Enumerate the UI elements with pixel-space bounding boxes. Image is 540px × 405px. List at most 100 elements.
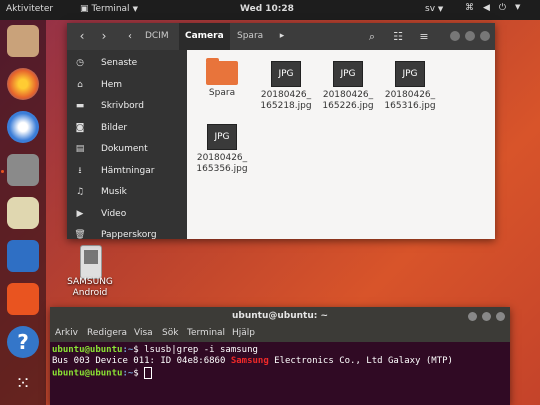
breadcrumb-camera[interactable]: Camera	[179, 23, 230, 50]
folder-icon	[206, 58, 238, 85]
software-center-icon[interactable]	[7, 283, 39, 315]
jpg-icon: JPG	[395, 61, 425, 87]
sidebar-item-bilder[interactable]: ◙ Bilder	[67, 118, 187, 139]
app-menu[interactable]: ▣ Terminal ▼	[80, 4, 138, 14]
terminal-icon: ▣	[80, 4, 89, 14]
terminal-window[interactable]: ubuntu@ubuntu: ~ Arkiv Redigera Visa Sök…	[50, 307, 510, 405]
search-icon[interactable]: ⌕	[363, 23, 381, 50]
file-item[interactable]: JPG 20180426_ 165356.jpg	[191, 124, 253, 175]
terminal-output[interactable]: ubuntu@ubuntu:~$ lsusb|grep -i samsung Bu…	[52, 345, 453, 380]
files-icon[interactable]	[7, 154, 39, 186]
folder-icon: ▬	[75, 101, 85, 111]
help-icon[interactable]: ?	[7, 326, 39, 358]
back-button[interactable]: ‹	[71, 23, 93, 50]
prompt-user: ubuntu@ubuntu	[52, 345, 123, 355]
trash-icon: 🗑	[74, 230, 86, 239]
power-icon: ⏻	[498, 3, 507, 13]
minimize-button[interactable]	[450, 31, 460, 41]
top-panel: Aktiviteter ▣ Terminal ▼ Wed 10:28 sv ▼ …	[0, 0, 540, 20]
thunderbird-icon[interactable]	[7, 111, 39, 143]
firefox-icon[interactable]	[7, 68, 39, 100]
menu-hjalp[interactable]: Hjälp	[232, 328, 255, 338]
menu-arkiv[interactable]: Arkiv	[55, 328, 78, 338]
dock: ? ⁙	[0, 20, 46, 405]
maximize-button[interactable]	[465, 31, 475, 41]
maximize-button[interactable]	[482, 312, 491, 321]
sidebar-item-label: Dokument	[101, 144, 148, 154]
chevron-down-icon: ▼	[437, 5, 444, 13]
activities-button[interactable]: Aktiviteter	[6, 4, 53, 14]
chevron-down-icon: ▼	[132, 5, 138, 13]
close-button[interactable]	[496, 312, 505, 321]
terminal-line: ubuntu@ubuntu:~$ lsusb|grep -i samsung	[52, 345, 453, 356]
sidebar-item-dokument[interactable]: ▤ Dokument	[67, 139, 187, 160]
language-indicator[interactable]: sv ▼	[425, 4, 443, 14]
file-item[interactable]: JPG 20180426_ 165218.jpg	[255, 61, 317, 112]
grep-match: Samsung	[230, 356, 269, 366]
chevron-down-icon: ▼	[515, 3, 521, 11]
command-text: $ lsusb|grep -i samsung	[133, 345, 258, 355]
places-sidebar: ◷ Senaste ⌂ Hem ▬ Skrivbord ◙ Bilder ▤ D…	[67, 50, 187, 239]
document-icon: ▤	[75, 144, 85, 154]
files-app-icon[interactable]	[7, 25, 39, 57]
home-icon: ⌂	[77, 80, 83, 90]
rhythmbox-icon[interactable]	[7, 197, 39, 229]
menu-redigera[interactable]: Redigera	[87, 328, 127, 338]
file-item[interactable]: JPG 20180426_ 165226.jpg	[317, 61, 379, 112]
terminal-title[interactable]: ubuntu@ubuntu: ~	[50, 307, 510, 326]
view-toggle-icon[interactable]: ☷	[389, 23, 407, 50]
scroll-right-icon[interactable]: ▸	[271, 23, 293, 50]
breadcrumb-spara[interactable]: Spara	[231, 23, 269, 50]
sidebar-item-papperskorg[interactable]: 🗑 Papperskorg	[67, 225, 187, 239]
menu-visa[interactable]: Visa	[134, 328, 153, 338]
device-screen	[84, 250, 98, 264]
menu-terminal[interactable]: Terminal	[187, 328, 225, 338]
folder-item-spara[interactable]: Spara	[191, 58, 253, 99]
file-name: Spara	[208, 88, 236, 98]
file-name: 20180426_ 165316.jpg	[384, 90, 436, 111]
sidebar-item-label: Musik	[101, 187, 127, 197]
prompt-path: :~	[122, 368, 134, 379]
menu-sok[interactable]: Sök	[162, 328, 178, 338]
clock-icon: ◷	[76, 58, 84, 68]
show-apps-icon[interactable]: ⁙	[7, 369, 39, 401]
sidebar-item-label: Skrivbord	[101, 101, 144, 111]
android-device-icon[interactable]	[80, 245, 102, 279]
device-label[interactable]: SAMSUNG Android	[55, 277, 125, 299]
download-icon: ⭳	[78, 166, 82, 176]
sidebar-item-senaste[interactable]: ◷ Senaste	[67, 53, 187, 74]
output-text: Electronics Co., Ltd Galaxy (MTP)	[268, 356, 453, 366]
sidebar-item-label: Senaste	[101, 58, 138, 68]
file-item[interactable]: JPG 20180426_ 165316.jpg	[379, 61, 441, 112]
forward-button[interactable]: ›	[93, 23, 115, 50]
device-label-line1: SAMSUNG	[67, 277, 113, 287]
sidebar-item-label: Hämtningar	[101, 166, 155, 176]
sidebar-item-label: Hem	[101, 80, 123, 90]
sidebar-item-video[interactable]: ▶ Video	[67, 204, 187, 225]
running-indicator	[1, 170, 4, 173]
sidebar-item-label: Video	[101, 209, 127, 219]
file-name: 20180426_ 165356.jpg	[196, 153, 248, 174]
scroll-left-icon[interactable]: ‹	[119, 23, 141, 50]
menu-icon[interactable]: ≡	[415, 23, 433, 50]
sidebar-item-skrivbord[interactable]: ▬ Skrivbord	[67, 96, 187, 117]
system-tray[interactable]: ⌘ ◀ ⏻ ▼	[465, 3, 520, 13]
libreoffice-writer-icon[interactable]	[7, 240, 39, 272]
app-menu-label: Terminal	[91, 4, 130, 14]
text-cursor	[144, 367, 153, 379]
close-button[interactable]	[480, 31, 490, 41]
prompt-user: ubuntu@ubuntu	[52, 368, 123, 379]
clock[interactable]: Wed 10:28	[240, 4, 294, 14]
breadcrumb-dcim[interactable]: DCIM	[139, 23, 175, 50]
terminal-line: ubuntu@ubuntu:~$	[52, 367, 453, 380]
prompt-path: :~	[122, 345, 134, 355]
sidebar-item-musik[interactable]: ♫ Musik	[67, 182, 187, 203]
sidebar-item-hem[interactable]: ⌂ Hem	[67, 75, 187, 96]
minimize-button[interactable]	[468, 312, 477, 321]
camera-icon: ◙	[75, 123, 85, 133]
file-manager-header: ‹ › ‹ DCIM Camera Spara ▸ ⌕ ☷ ≡	[67, 23, 495, 50]
video-icon: ▶	[76, 209, 84, 219]
file-manager-window: ‹ › ‹ DCIM Camera Spara ▸ ⌕ ☷ ≡ ◷ Senast…	[67, 23, 495, 239]
sidebar-item-hamtningar[interactable]: ⭳ Hämtningar	[67, 161, 187, 182]
music-icon: ♫	[75, 187, 85, 197]
